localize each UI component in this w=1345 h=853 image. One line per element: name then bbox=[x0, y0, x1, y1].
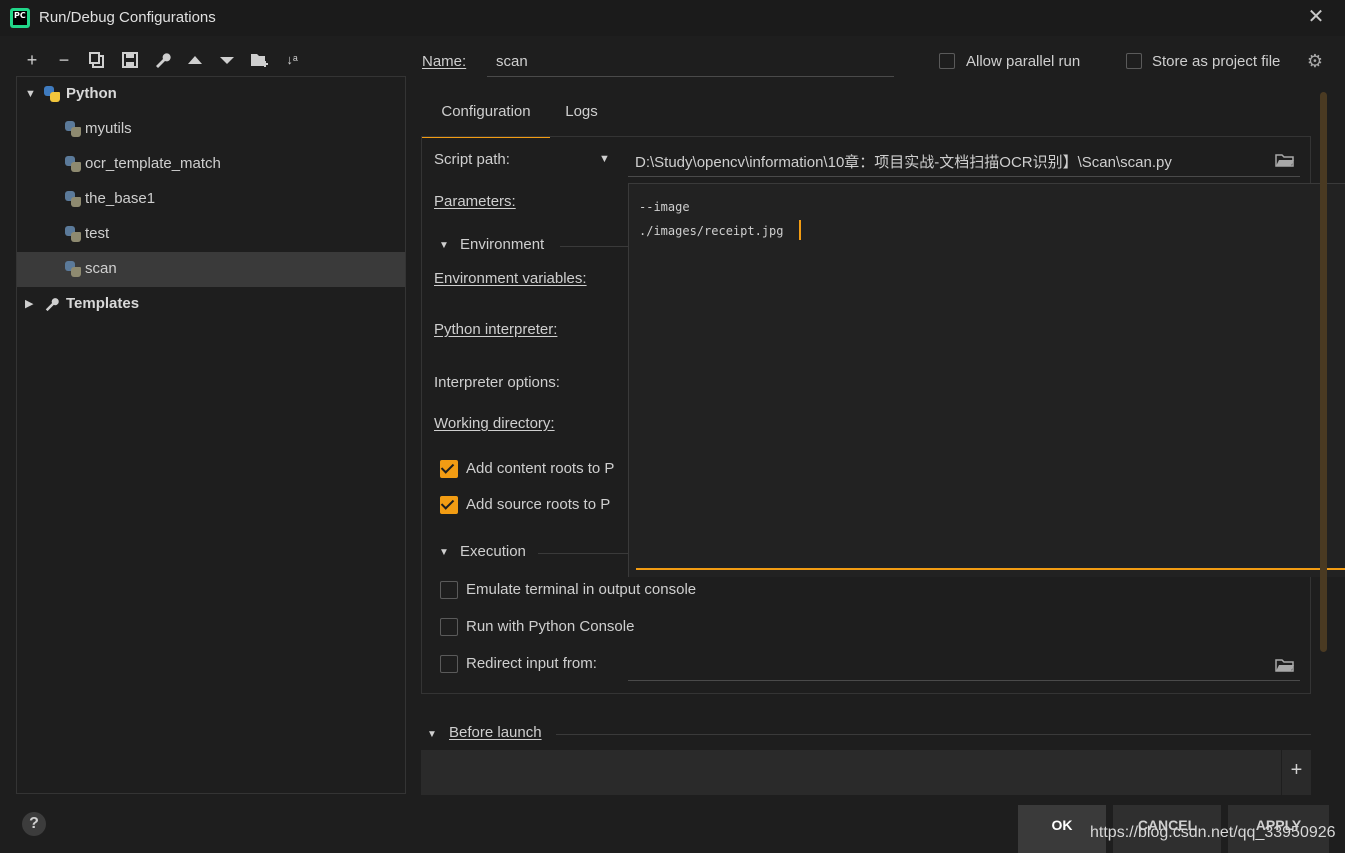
execution-collapse-icon[interactable]: ▼ bbox=[439, 547, 449, 558]
name-label: Name: bbox=[422, 53, 467, 70]
run-python-console-label: Run with Python Console bbox=[466, 618, 635, 635]
new-folder-icon[interactable] bbox=[249, 49, 271, 71]
environment-section-title: Environment bbox=[460, 236, 545, 253]
store-project-checkbox[interactable] bbox=[1126, 53, 1142, 69]
redirect-input-label: Redirect input from: bbox=[466, 655, 597, 672]
tree-item-label: test bbox=[85, 225, 110, 242]
interpreter-label: Python interpreter: bbox=[434, 321, 558, 338]
working-dir-label: Working directory: bbox=[434, 415, 555, 432]
allow-parallel-checkbox[interactable] bbox=[939, 53, 955, 69]
sort-alphabetically-icon[interactable]: ↓ᵃ bbox=[281, 49, 303, 71]
tree-item-label: myutils bbox=[85, 120, 132, 137]
name-input[interactable] bbox=[487, 46, 894, 77]
tree-item-label: ocr_template_match bbox=[85, 155, 221, 172]
python-icon bbox=[44, 86, 60, 102]
expand-arrow-icon[interactable]: ▼ bbox=[25, 87, 37, 101]
tree-label-templates: Templates bbox=[66, 295, 140, 312]
store-project-label: Store as project file bbox=[1152, 53, 1281, 70]
remove-config-icon[interactable]: − bbox=[53, 49, 75, 71]
python-config-icon bbox=[65, 226, 81, 242]
interp-options-label: Interpreter options: bbox=[434, 374, 560, 391]
run-python-console-checkbox[interactable] bbox=[440, 618, 458, 636]
tree-item-scan[interactable]: scan bbox=[17, 252, 405, 287]
parameter-line: --image bbox=[639, 200, 690, 214]
tree-item-test[interactable]: test bbox=[17, 217, 405, 252]
python-config-icon bbox=[65, 261, 81, 277]
python-config-icon bbox=[65, 156, 81, 172]
script-path-label: Script path: bbox=[434, 151, 510, 168]
add-source-roots-checkbox[interactable] bbox=[440, 496, 458, 514]
add-source-roots-label: Add source roots to P bbox=[466, 496, 611, 513]
section-divider bbox=[556, 734, 1311, 735]
gear-icon[interactable]: ⚙ bbox=[1305, 51, 1325, 71]
tree-group-python[interactable]: ▼ Python bbox=[17, 77, 405, 112]
collapse-arrow-icon[interactable]: ▶ bbox=[25, 297, 37, 311]
redirect-input-field[interactable] bbox=[628, 649, 1300, 681]
tab-logs[interactable]: Logs bbox=[554, 92, 609, 136]
script-type-dropdown-icon[interactable]: ▼ bbox=[599, 153, 610, 165]
section-divider bbox=[560, 246, 628, 247]
parameter-line: ./images/receipt.jpg bbox=[639, 224, 784, 238]
edit-defaults-wrench-icon[interactable] bbox=[151, 49, 173, 71]
parameters-label: Parameters: bbox=[434, 193, 516, 210]
add-config-icon[interactable]: + bbox=[21, 49, 43, 71]
vertical-scrollbar[interactable] bbox=[1320, 92, 1327, 652]
tree-item-ocr-template-match[interactable]: ocr_template_match bbox=[17, 147, 405, 182]
browse-folder-icon[interactable] bbox=[1275, 657, 1295, 673]
tree-group-templates[interactable]: ▶ Templates bbox=[17, 287, 405, 322]
parameters-expanded-editor[interactable]: --image ./images/receipt.jpg bbox=[628, 183, 1345, 577]
script-path-value: D:\Study\opencv\information\10章：项目实战-文档扫… bbox=[635, 154, 1172, 171]
python-config-icon bbox=[65, 191, 81, 207]
editor-focus-underline bbox=[636, 568, 1345, 570]
watermark-text: https://blog.csdn.net/qq_33950926 bbox=[1090, 824, 1336, 841]
text-caret bbox=[799, 220, 801, 240]
redirect-input-checkbox[interactable] bbox=[440, 655, 458, 673]
before-launch-list[interactable] bbox=[421, 750, 1281, 795]
move-up-icon[interactable] bbox=[184, 49, 206, 71]
allow-parallel-label: Allow parallel run bbox=[966, 53, 1081, 70]
copy-config-icon[interactable] bbox=[86, 49, 108, 71]
help-button[interactable]: ? bbox=[22, 812, 46, 836]
name-value: scan bbox=[496, 53, 528, 70]
env-vars-label: Environment variables: bbox=[434, 270, 587, 287]
tree-item-myutils[interactable]: myutils bbox=[17, 112, 405, 147]
python-config-icon bbox=[65, 121, 81, 137]
pycharm-app-icon: PC bbox=[10, 8, 30, 28]
add-content-roots-label: Add content roots to P bbox=[466, 460, 615, 477]
add-content-roots-checkbox[interactable] bbox=[440, 460, 458, 478]
close-icon[interactable]: ✕ bbox=[1306, 6, 1326, 28]
tree-item-label: the_base1 bbox=[85, 190, 156, 207]
section-divider bbox=[538, 553, 628, 554]
emulate-terminal-label: Emulate terminal in output console bbox=[466, 581, 697, 598]
save-config-icon[interactable] bbox=[119, 49, 141, 71]
move-down-icon[interactable] bbox=[216, 49, 238, 71]
browse-folder-icon[interactable] bbox=[1275, 152, 1295, 168]
environment-collapse-icon[interactable]: ▼ bbox=[439, 240, 449, 251]
app-icon-text: PC bbox=[13, 11, 27, 25]
tree-item-label: scan bbox=[85, 260, 117, 277]
wrench-icon bbox=[44, 296, 60, 312]
tree-label-python: Python bbox=[66, 85, 117, 102]
add-task-plus-icon[interactable]: + bbox=[1281, 750, 1311, 795]
execution-section-title: Execution bbox=[460, 543, 526, 560]
before-launch-collapse-icon[interactable]: ▼ bbox=[427, 729, 437, 740]
emulate-terminal-checkbox[interactable] bbox=[440, 581, 458, 599]
window-title: Run/Debug Configurations bbox=[39, 9, 216, 26]
before-launch-title: Before launch bbox=[449, 724, 542, 741]
config-tree: ▼ Python myutils ocr_template_match the_… bbox=[16, 76, 406, 794]
tree-item-the-base1[interactable]: the_base1 bbox=[17, 182, 405, 217]
run-debug-dialog: PC Run/Debug Configurations ✕ + − ↓ᵃ ▼ P… bbox=[0, 0, 1345, 853]
tab-configuration[interactable]: Configuration bbox=[422, 92, 550, 138]
